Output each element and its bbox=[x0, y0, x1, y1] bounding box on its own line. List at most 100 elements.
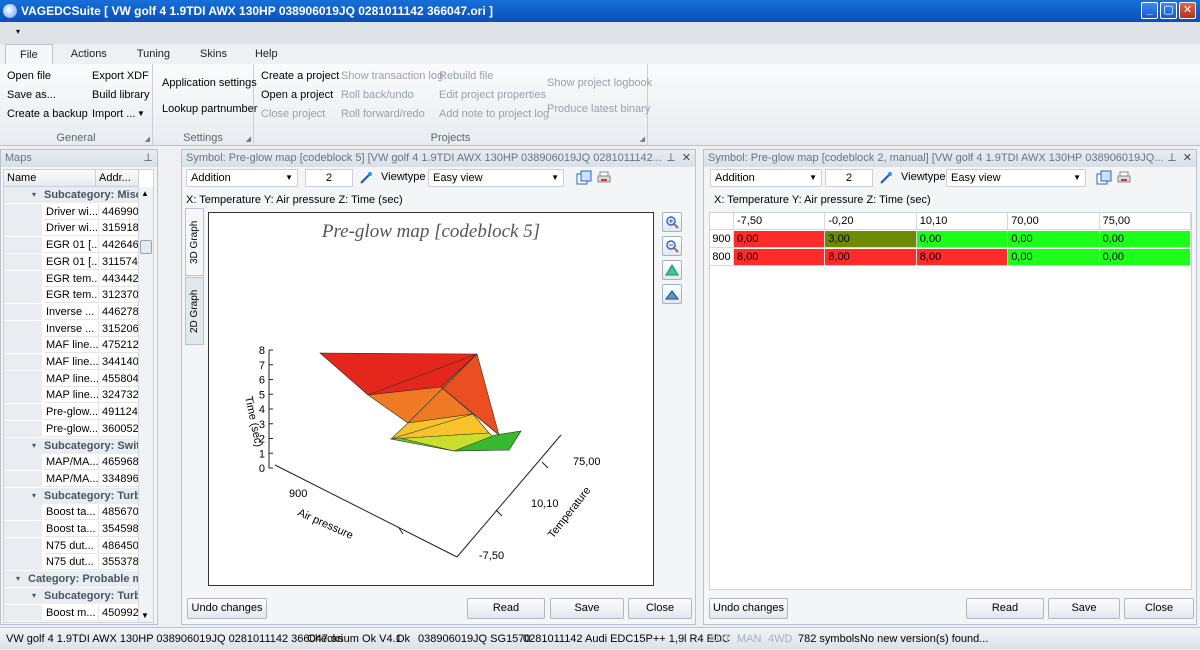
qat-dropdown-icon[interactable]: ▾ bbox=[16, 27, 20, 36]
tab-help[interactable]: Help bbox=[243, 44, 290, 64]
build-library-button[interactable]: Build library bbox=[92, 89, 149, 101]
group-launcher-icon[interactable]: ◢ bbox=[246, 135, 251, 143]
grid-cell[interactable]: 8,00 bbox=[734, 249, 826, 266]
open-file-button[interactable]: Open file bbox=[7, 70, 51, 82]
list-item[interactable]: MAF line... 475212 bbox=[4, 337, 139, 354]
grid-cell[interactable]: 8,00 bbox=[916, 249, 1009, 266]
list-item[interactable]: MAP/MA... 465968 bbox=[4, 454, 139, 471]
mode-combo[interactable]: Addition ▼ bbox=[186, 169, 298, 187]
list-item[interactable]: Pre-glow... 491124 bbox=[4, 404, 139, 421]
create-project-button[interactable]: Create a project bbox=[261, 70, 339, 82]
value-spinner[interactable]: 2 bbox=[305, 169, 353, 187]
apply-wand-icon[interactable] bbox=[878, 170, 894, 186]
tab-skins[interactable]: Skins bbox=[188, 44, 239, 64]
grid-cell[interactable]: 0,00 bbox=[916, 231, 1009, 248]
roll-back-button[interactable]: Roll back/undo bbox=[341, 89, 414, 101]
close-panel-icon[interactable]: ✕ bbox=[1183, 152, 1192, 164]
pin-icon[interactable]: ⊥ bbox=[1167, 152, 1177, 164]
list-item[interactable]: Boost ta... 354598 bbox=[4, 521, 139, 537]
show-transaction-log-button[interactable]: Show transaction log bbox=[341, 70, 443, 82]
copy-window-icon[interactable] bbox=[576, 170, 592, 186]
export-xdf-button[interactable]: Export XDF bbox=[92, 70, 149, 82]
list-item[interactable]: Inverse ... 446278 bbox=[4, 303, 139, 320]
add-note-button[interactable]: Add note to project log bbox=[439, 108, 549, 120]
list-item[interactable]: MAP line... 324732 bbox=[4, 387, 139, 404]
scroll-up-icon[interactable]: ▲ bbox=[141, 189, 149, 198]
read-button[interactable]: Read bbox=[966, 598, 1044, 619]
group-launcher-icon[interactable]: ◢ bbox=[145, 135, 150, 143]
list-item[interactable]: Boost ta... 485670 bbox=[4, 504, 139, 521]
edit-project-properties-button[interactable]: Edit project properties bbox=[439, 89, 546, 101]
viewtype-combo[interactable]: Easy view ▼ bbox=[946, 169, 1086, 187]
column-header-address[interactable]: Addr... bbox=[96, 170, 139, 187]
subcategory-row[interactable]: ▾ Subcategory: Turb bbox=[4, 587, 139, 604]
read-button[interactable]: Read bbox=[467, 598, 545, 619]
save-as-button[interactable]: Save as... bbox=[7, 89, 56, 101]
list-item[interactable]: EGR 01 [... 311574 bbox=[4, 253, 139, 270]
restore-button[interactable]: ▢ bbox=[1160, 2, 1177, 19]
copy-window-icon[interactable] bbox=[1096, 170, 1112, 186]
list-item[interactable]: Pre-glow... 360052 bbox=[4, 420, 139, 437]
subcategory-row[interactable]: ▾ Subcategory: Swit bbox=[4, 437, 139, 454]
close-button[interactable]: Close bbox=[628, 598, 692, 619]
column-header-name[interactable]: Name bbox=[4, 170, 96, 187]
import-dropdown-icon[interactable]: ▼ bbox=[137, 109, 145, 118]
mode-combo[interactable]: Addition ▼ bbox=[710, 169, 822, 187]
rebuild-file-button[interactable]: Rebuild file bbox=[439, 70, 493, 82]
grid-cell[interactable]: 0,00 bbox=[1099, 231, 1191, 248]
list-item[interactable]: EGR tem... 312370 bbox=[4, 287, 139, 304]
tab-file[interactable]: File bbox=[5, 44, 53, 64]
list-item[interactable]: EGR 01 [... 442646 bbox=[4, 237, 139, 254]
list-item[interactable]: N75 dut... 486450 bbox=[4, 537, 139, 554]
grid-cell[interactable]: 3,00 bbox=[825, 231, 917, 248]
grid-cell[interactable]: 0,00 bbox=[734, 231, 826, 248]
close-panel-icon[interactable]: ✕ bbox=[682, 152, 691, 164]
rotate-left-icon[interactable] bbox=[662, 260, 682, 280]
category-row[interactable]: ▾ Category: Probable ma bbox=[4, 571, 139, 588]
list-item[interactable]: Inverse ... 315206 bbox=[4, 320, 139, 337]
close-window-button[interactable]: ✕ bbox=[1179, 2, 1196, 19]
print-icon[interactable] bbox=[1116, 170, 1132, 186]
value-spinner[interactable]: 2 bbox=[825, 169, 873, 187]
tab-2d-graph[interactable]: 2D Graph bbox=[185, 277, 204, 345]
list-item[interactable]: N75 dut... 355378 bbox=[4, 554, 139, 571]
close-project-button[interactable]: Close project bbox=[261, 108, 325, 120]
graph-3d[interactable]: Pre-glow map [codeblock 5] 0 1 2 3 4 5 6 7 8 Time… bbox=[208, 212, 654, 586]
zoom-out-icon[interactable] bbox=[662, 236, 682, 256]
subcategory-row[interactable]: ▾ Subcategory: Turb bbox=[4, 487, 139, 504]
pin-icon[interactable]: ⊥ bbox=[143, 150, 153, 167]
pin-icon[interactable]: ⊥ bbox=[666, 152, 676, 164]
list-item[interactable]: MAP line... 455804 bbox=[4, 370, 139, 387]
apply-wand-icon[interactable] bbox=[358, 170, 374, 186]
produce-latest-binary-button[interactable]: Produce latest binary bbox=[547, 103, 650, 115]
grid-cell[interactable]: 0,00 bbox=[1008, 249, 1100, 266]
rotate-right-icon[interactable] bbox=[662, 284, 682, 304]
save-button[interactable]: Save bbox=[1048, 598, 1120, 619]
list-item[interactable]: MAF line... 344140 bbox=[4, 354, 139, 370]
list-item[interactable]: EGR tem... 443442 bbox=[4, 270, 139, 287]
lookup-partnumber-button[interactable]: Lookup partnumber bbox=[162, 103, 257, 115]
minimize-button[interactable]: _ bbox=[1141, 2, 1158, 19]
grid-cell[interactable]: 8,00 bbox=[825, 249, 917, 266]
tab-3d-graph[interactable]: 3D Graph bbox=[185, 208, 204, 276]
group-launcher-icon[interactable]: ◢ bbox=[640, 135, 645, 143]
grid-cell[interactable]: 0,00 bbox=[1008, 231, 1100, 248]
print-icon[interactable] bbox=[596, 170, 612, 186]
list-item[interactable]: Driver wi... 446990 bbox=[4, 203, 139, 220]
open-project-button[interactable]: Open a project bbox=[261, 89, 333, 101]
maps-scrollbar[interactable]: ▲ ▼ bbox=[138, 187, 153, 622]
viewtype-combo[interactable]: Easy view ▼ bbox=[428, 169, 564, 187]
show-project-logbook-button[interactable]: Show project logbook bbox=[547, 77, 652, 89]
import-button[interactable]: Import ... bbox=[92, 108, 135, 120]
list-item[interactable]: MAP/MA... 334896 bbox=[4, 470, 139, 487]
scroll-down-icon[interactable]: ▼ bbox=[141, 611, 149, 620]
application-settings-button[interactable]: Application settings bbox=[162, 77, 257, 89]
close-button[interactable]: Close bbox=[1124, 598, 1194, 619]
grid-cell[interactable]: 0,00 bbox=[1099, 249, 1191, 266]
list-item[interactable]: Boost m... 450992 bbox=[4, 604, 139, 621]
save-button[interactable]: Save bbox=[550, 598, 624, 619]
tab-actions[interactable]: Actions bbox=[59, 44, 119, 64]
roll-forward-button[interactable]: Roll forward/redo bbox=[341, 108, 425, 120]
undo-changes-button[interactable]: Undo changes bbox=[187, 598, 267, 619]
undo-changes-button[interactable]: Undo changes bbox=[709, 598, 788, 619]
